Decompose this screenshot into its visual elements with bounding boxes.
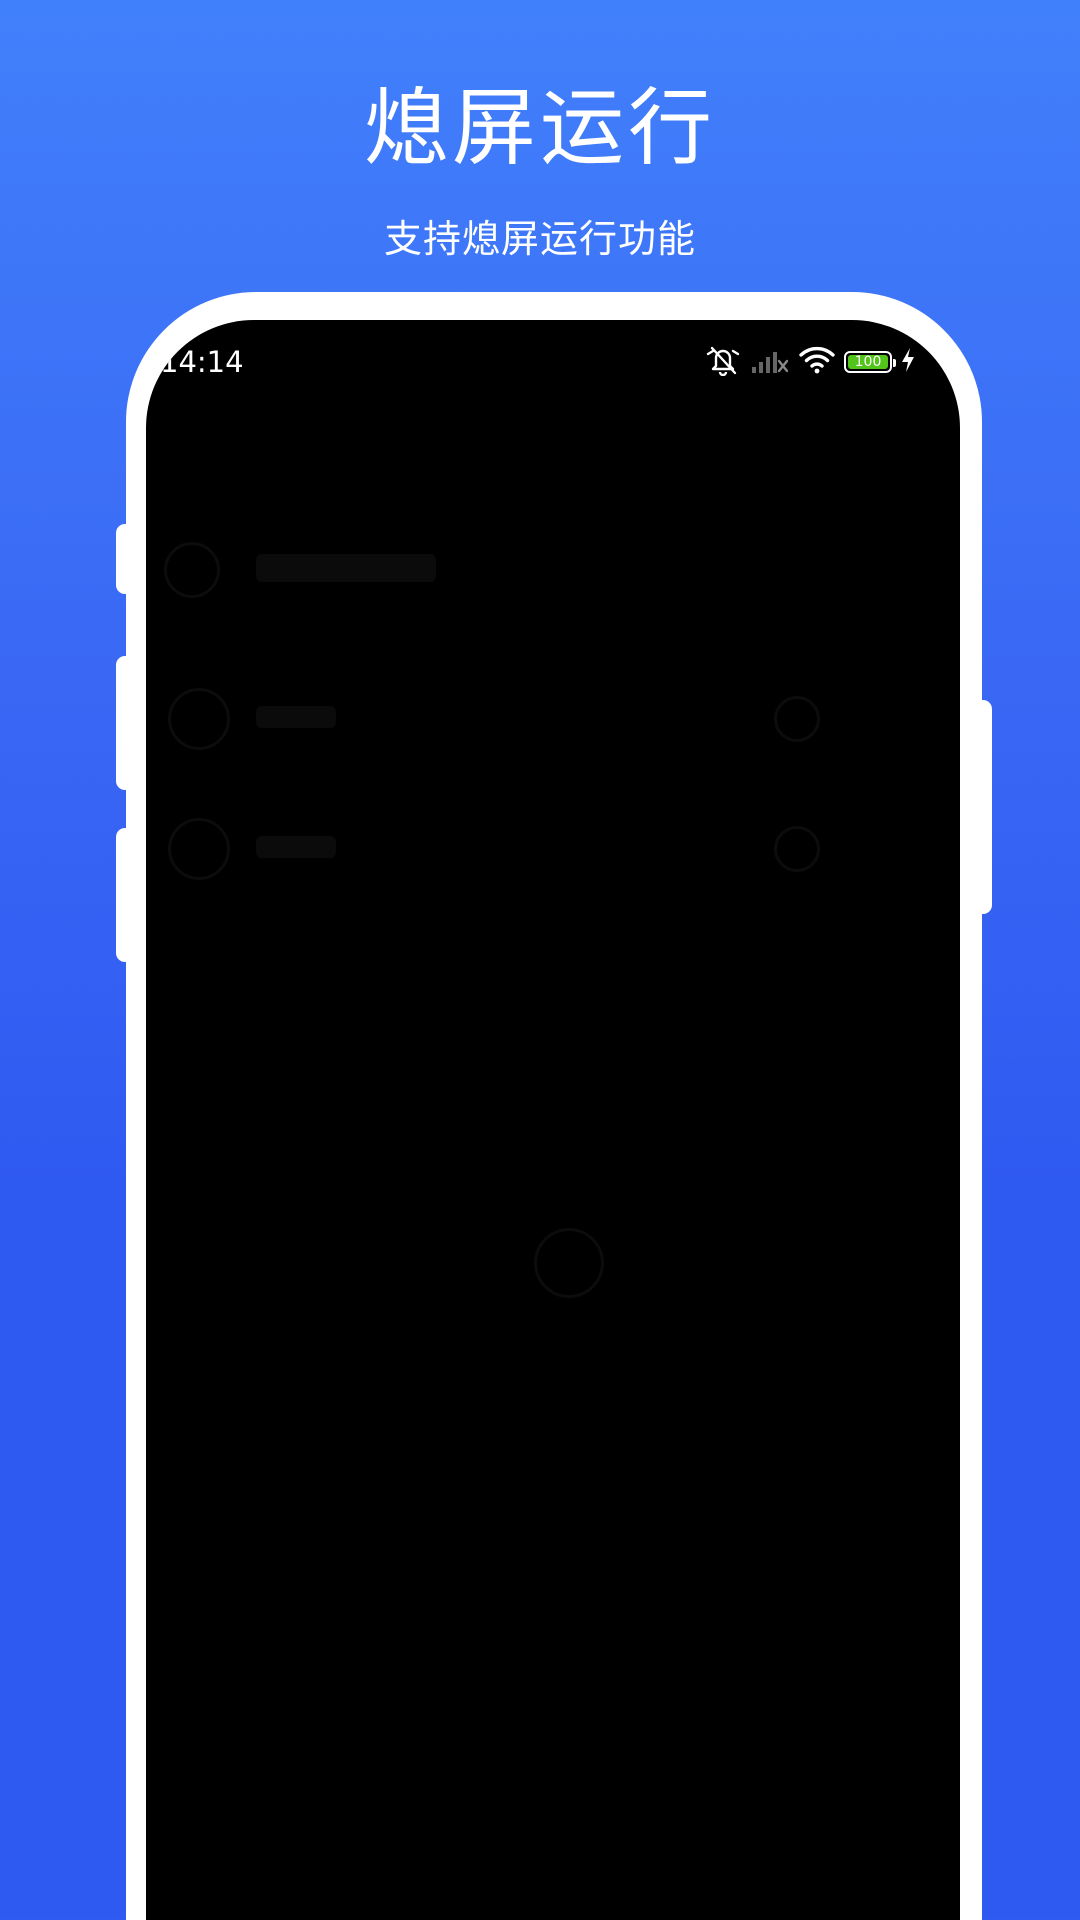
signal-icon — [750, 345, 790, 379]
status-time: 14:14 — [160, 345, 244, 379]
wifi-icon — [798, 345, 836, 379]
battery-cap — [893, 359, 896, 367]
ghost-row-icon — [774, 696, 820, 742]
status-bar: 14:14 100 — [146, 320, 960, 402]
ghost-back-icon — [164, 542, 220, 598]
charging-icon — [900, 347, 916, 377]
ghost-row-icon — [774, 826, 820, 872]
ghost-row-icon — [168, 688, 230, 750]
promo-title: 熄屏运行 — [363, 79, 716, 177]
phone-volume-up-button — [116, 656, 134, 790]
phone-side-button-top-left — [116, 524, 134, 594]
phone-volume-down-button — [116, 828, 134, 962]
battery-icon: 100 — [844, 351, 896, 373]
phone-screen-off[interactable]: 14:14 100 — [146, 320, 960, 1920]
ghost-center-icon — [534, 1228, 604, 1298]
ghost-header-bar — [256, 554, 436, 582]
status-icons: 100 — [704, 342, 916, 382]
phone-power-button — [974, 700, 992, 914]
ghost-row-icon — [168, 818, 230, 880]
mute-icon — [704, 344, 742, 380]
ghost-row-label — [256, 706, 336, 728]
ghost-row-label — [256, 836, 336, 858]
battery-level: 100 — [854, 354, 882, 370]
promo-subtitle: 支持熄屏运行功能 — [383, 217, 696, 261]
